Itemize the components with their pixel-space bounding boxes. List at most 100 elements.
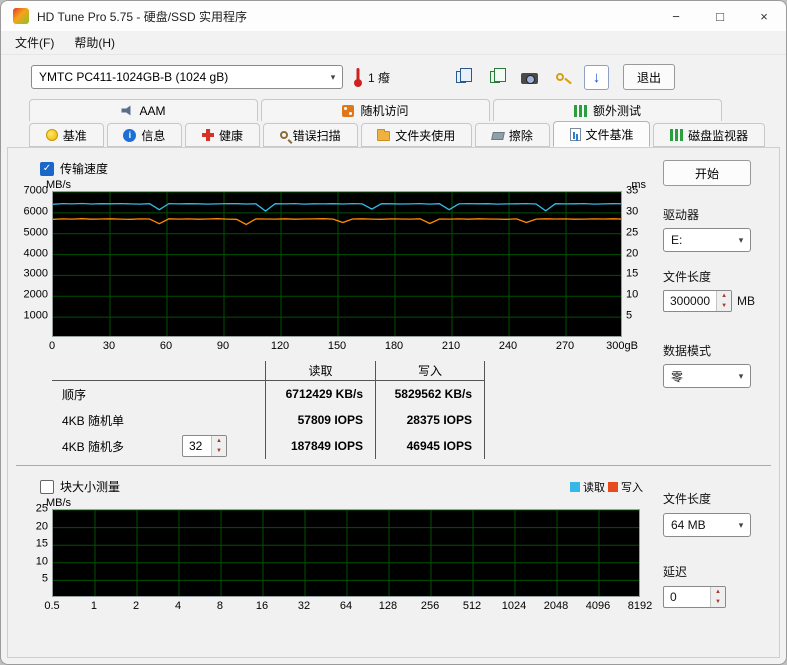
update-button[interactable]: ↓ xyxy=(584,64,610,90)
block-file-length-value: 64 MB xyxy=(671,518,706,532)
info-icon: i xyxy=(123,128,137,142)
tab-benchmark[interactable]: 基准 xyxy=(29,123,104,147)
drive-letter-select[interactable]: E: ▾ xyxy=(663,228,751,252)
tab-erase[interactable]: 擦除 xyxy=(475,123,550,147)
block-size-plot xyxy=(52,509,640,597)
block-size-sidebar: 文件长度 64 MB ▾ 延迟 0 ▲ ▼ xyxy=(663,472,775,615)
transfer-speed-checkbox[interactable]: ✓ xyxy=(40,161,54,176)
block-size-section: 块大小测量 读取 写入 MB/s 510152025 0.5124 xyxy=(12,472,775,615)
drive-letter-value: E: xyxy=(671,233,683,247)
drive-select-value: YMTC PC411-1024GB-B (1024 gB) xyxy=(39,70,229,84)
queue-depth-spinner[interactable]: 32 ▲ ▼ xyxy=(182,435,227,457)
row-label-text: 4KB 随机多 xyxy=(62,439,125,454)
file-length-label: 文件长度 xyxy=(663,270,712,284)
block-file-length-label: 文件长度 xyxy=(663,492,712,506)
block-size-checkbox[interactable] xyxy=(40,479,54,494)
benchmark-icon xyxy=(45,129,58,141)
spin-up-icon[interactable]: ▲ xyxy=(711,587,725,597)
drive-label: 驱动器 xyxy=(663,208,700,222)
maximize-button[interactable]: □ xyxy=(698,1,742,31)
toolbar: YMTC PC411-1024GB-B (1024 gB) ▾ 1 癈 ↓ 退出 xyxy=(1,55,786,99)
spin-down-icon[interactable]: ▼ xyxy=(717,301,731,311)
copy-text-button[interactable] xyxy=(448,65,474,89)
tab-disk-monitor[interactable]: 磁盘监视器 xyxy=(653,123,765,147)
read-legend-label: 读取 xyxy=(583,481,605,494)
block-size-graph: 5 10 15 20 25 xyxy=(12,503,663,597)
app-icon xyxy=(13,8,29,24)
folder-usage-icon xyxy=(377,129,391,141)
file-length-unit: MB xyxy=(737,294,756,308)
chevron-down-icon: ▾ xyxy=(738,234,744,245)
delay-value: 0 xyxy=(670,590,677,604)
data-pattern-select[interactable]: 零 ▾ xyxy=(663,364,751,388)
write-legend-label: 写入 xyxy=(621,481,643,494)
file-length-spinner[interactable]: 300000 ▲ ▼ xyxy=(663,290,733,312)
tab-strip: AAM 随机访问 额外测试 基准 i 信息 健康 错误扫描 文件夹使用 擦除 文… xyxy=(1,99,786,147)
tab-info[interactable]: i 信息 xyxy=(106,123,183,147)
transfer-speed-graph: 1000 2000 3000 4000 5000 6000 7000 5 10 15 20 25 30… xyxy=(12,185,663,337)
tab-file-benchmark[interactable]: 文件基准 xyxy=(552,121,651,147)
write-column-header: 写入 xyxy=(375,361,485,381)
tab-error-scan[interactable]: 错误扫描 xyxy=(262,123,358,147)
window-title: HD Tune Pro 5.75 - 硬盘/SSD 实用程序 xyxy=(37,9,248,24)
write-legend-swatch xyxy=(608,481,618,492)
start-button[interactable]: 开始 xyxy=(663,160,751,186)
block-size-label: 块大小测量 xyxy=(60,480,121,494)
tab-random-access[interactable]: 随机访问 xyxy=(261,99,490,121)
spin-down-icon[interactable]: ▼ xyxy=(212,446,226,456)
4k-single-read-value: 57809 IOPS xyxy=(265,407,375,433)
copy-text-icon xyxy=(456,68,473,83)
exit-button[interactable]: 退出 xyxy=(623,64,676,90)
file-length-value: 300000 xyxy=(670,294,711,308)
copy-image-icon xyxy=(490,68,507,83)
block-file-length-select[interactable]: 64 MB ▾ xyxy=(663,513,751,537)
copy-image-button[interactable] xyxy=(482,65,508,89)
queue-depth-value: 32 xyxy=(189,439,203,453)
tab-label: 随机访问 xyxy=(360,104,409,118)
tab-extra-tests[interactable]: 额外测试 xyxy=(493,99,722,121)
close-button[interactable]: × xyxy=(742,1,786,31)
keys-button[interactable] xyxy=(550,65,576,89)
spin-down-icon[interactable]: ▼ xyxy=(711,597,725,607)
disk-monitor-icon xyxy=(670,129,684,141)
spin-up-icon[interactable]: ▲ xyxy=(717,291,731,301)
4k-single-write-value: 28375 IOPS xyxy=(375,407,485,433)
graph2-x-axis-labels: 0.5 1 2 4 8 16 32 64 128 256 512 1024 2048 4096 8192 xyxy=(44,600,653,612)
tab-label: 基准 xyxy=(62,128,87,143)
delay-spinner[interactable]: 0 ▲ ▼ xyxy=(663,586,726,608)
health-icon xyxy=(202,129,215,141)
spinner-arrows: ▲ ▼ xyxy=(716,291,732,311)
tab-row-2: 基准 i 信息 健康 错误扫描 文件夹使用 擦除 文件基准 磁盘监视器 xyxy=(29,121,768,147)
file-benchmark-icon xyxy=(569,127,581,141)
chevron-down-icon: ▾ xyxy=(738,519,744,530)
spinner-arrows: ▲ ▼ xyxy=(710,587,725,607)
random-access-icon xyxy=(342,104,355,117)
results-table: 读取 写入 顺序 6712429 KB/s 5829562 KB/s 4KB 随… xyxy=(52,361,663,459)
tab-health[interactable]: 健康 xyxy=(185,123,260,147)
toolbar-buttons: ↓ xyxy=(448,64,610,90)
tab-label: 健康 xyxy=(219,128,244,143)
transfer-speed-section: ✓ 传输速度 MB/s ms 1000 2000 3000 4000 5000 6000 7… xyxy=(12,152,775,459)
tab-folder-usage[interactable]: 文件夹使用 xyxy=(360,123,473,147)
menu-help[interactable]: 帮助(H) xyxy=(64,31,125,54)
camera-icon xyxy=(520,72,538,84)
section-divider xyxy=(16,465,771,466)
screenshot-button[interactable] xyxy=(516,65,542,89)
spin-up-icon[interactable]: ▲ xyxy=(212,436,226,446)
tab-aam[interactable]: AAM xyxy=(29,99,258,121)
tab-label: 文件夹使用 xyxy=(395,128,456,143)
menu-file[interactable]: 文件(F) xyxy=(5,31,64,54)
tab-label: 文件基准 xyxy=(585,127,634,142)
y-axis-unit: MB/s xyxy=(46,497,72,509)
file-benchmark-panel: ✓ 传输速度 MB/s ms 1000 2000 3000 4000 5000 6000 7… xyxy=(7,147,780,658)
minimize-button[interactable]: − xyxy=(654,1,698,31)
keys-icon xyxy=(556,73,565,81)
tab-label: 信息 xyxy=(141,128,166,143)
sequential-write-value: 5829562 KB/s xyxy=(375,381,485,407)
graph1-x-axis-labels: 0 30 60 90 120 150 180 210 240 270 300gB xyxy=(48,340,638,352)
data-pattern-label: 数据模式 xyxy=(663,344,712,358)
read-legend-swatch xyxy=(570,481,580,492)
tab-label: 擦除 xyxy=(508,128,533,143)
row-4k-single-label: 4KB 随机单 xyxy=(62,413,125,428)
drive-select[interactable]: YMTC PC411-1024GB-B (1024 gB) ▾ xyxy=(31,65,343,89)
